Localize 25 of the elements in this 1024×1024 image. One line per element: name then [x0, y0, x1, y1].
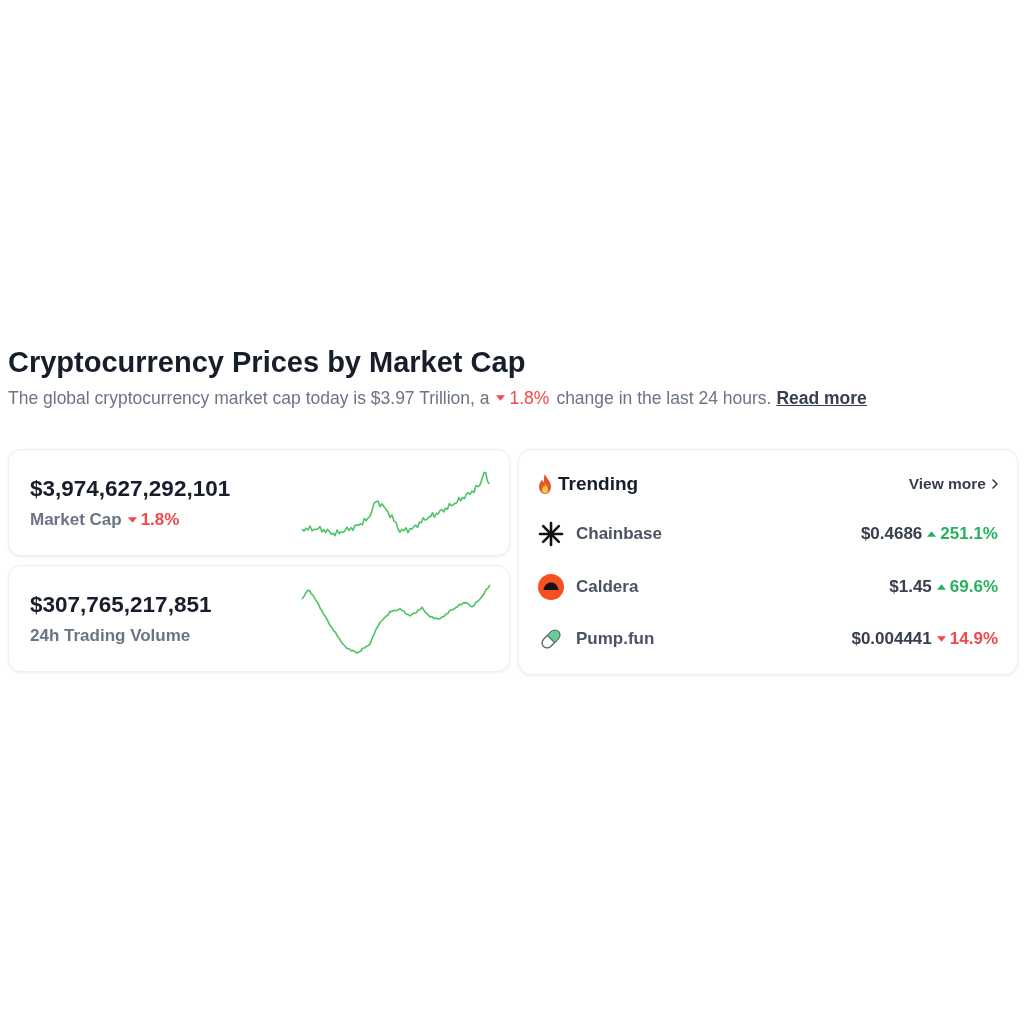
change-percent: 1.8% [140, 509, 180, 530]
coin-name[interactable]: Chainbase [576, 524, 662, 545]
coin-price: $0.4686 [860, 524, 923, 545]
flame-icon [538, 474, 552, 494]
coin-price: $0.004441 [851, 629, 932, 650]
coin-name[interactable]: Pump.fun [576, 629, 655, 650]
chevron-right-icon [992, 479, 998, 489]
summary-text: The global cryptocurrency market cap today is $3.97 Trillion, a [8, 388, 490, 408]
change-percent: 1.8% [509, 388, 550, 408]
coin-name[interactable]: Caldera [576, 576, 639, 597]
change-percent: 69.6% [949, 576, 998, 597]
read-more-link[interactable]: Read more [776, 388, 867, 408]
change-percent: 251.1% [940, 524, 998, 545]
stat-value: $3,974,627,292,101 [30, 475, 231, 502]
summary-text: change in the last 24 hours. [556, 388, 772, 408]
page-title: Cryptocurrency Prices by Market Cap [8, 345, 526, 380]
coin-price: $1.45 [889, 576, 932, 597]
stat-value: $307,765,217,851 [30, 591, 212, 618]
stat-label: Market Cap [30, 509, 122, 530]
trending-title: Trending [558, 473, 639, 495]
view-more-link[interactable]: View more [908, 475, 998, 493]
stat-label: 24h Trading Volume [30, 625, 191, 646]
change-percent: 14.9% [949, 629, 998, 650]
asterisk-logo-icon [538, 521, 564, 548]
dome-logo-icon [538, 573, 564, 600]
